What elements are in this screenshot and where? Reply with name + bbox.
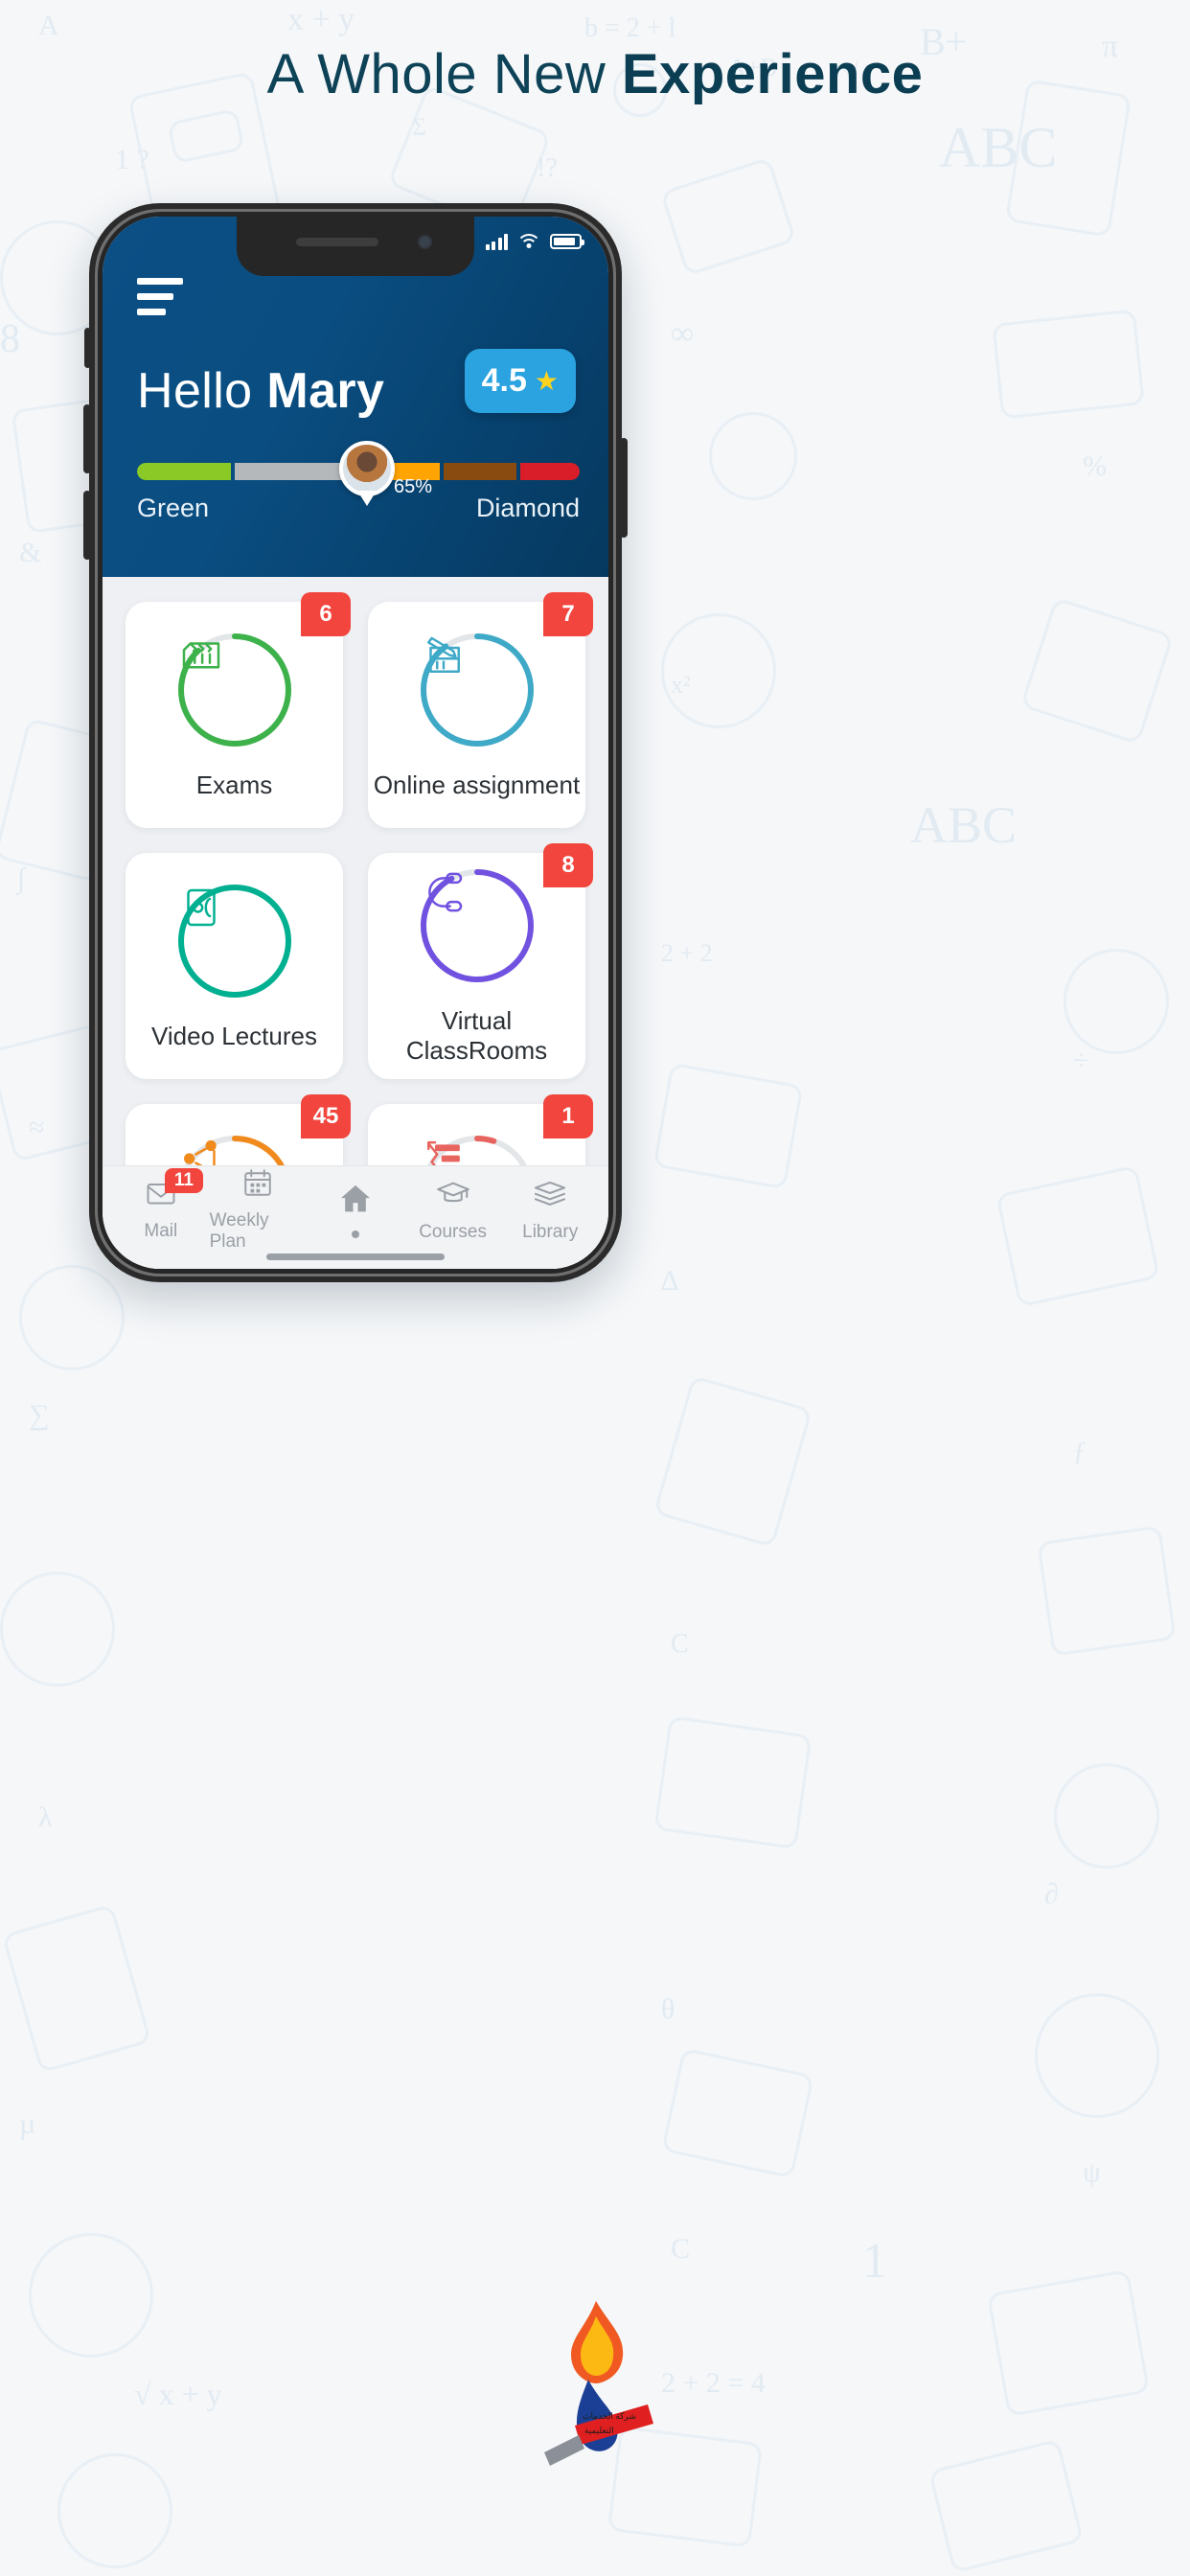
- tile-progress-ring: [175, 631, 294, 749]
- mute-switch[interactable]: [84, 328, 91, 368]
- rank-segment-1: [235, 463, 342, 480]
- calendar-icon: [240, 1165, 275, 1205]
- tab-badge: 11: [164, 1168, 203, 1193]
- battery-icon: [550, 234, 584, 249]
- tab-mail[interactable]: 11 Mail: [112, 1168, 210, 1242]
- phone-mockup: Hello Mary 4.5 ★ 65% Green Diamond 6 Exa…: [83, 203, 628, 1282]
- hamburger-menu-icon[interactable]: [137, 278, 183, 324]
- greeting-prefix: Hello: [137, 363, 267, 419]
- tile-label: Virtual ClassRooms: [405, 1006, 548, 1065]
- tile-progress-ring: [175, 882, 294, 1000]
- tile-label: Online assignment: [373, 770, 581, 799]
- page-title: A Whole New Experience: [0, 42, 1190, 107]
- rank-end-label: Diamond: [475, 494, 580, 522]
- rank-segment-4: [519, 463, 580, 480]
- rating-badge[interactable]: 4.5 ★: [464, 349, 576, 413]
- progress-percent-label: 65%: [393, 476, 432, 497]
- tile-badge: 8: [543, 843, 593, 887]
- tab-label: Courses: [419, 1222, 487, 1242]
- tile-progress-ring: [418, 631, 537, 749]
- graduation-cap-icon: [435, 1175, 471, 1216]
- rank-progress: 65% Green Diamond: [137, 441, 580, 523]
- tile-badge: 45: [301, 1094, 351, 1138]
- tile-label: Video Lectures: [151, 1021, 317, 1050]
- star-icon: ★: [534, 365, 559, 396]
- tab-library[interactable]: Library: [501, 1175, 599, 1243]
- earpiece-speaker: [296, 238, 378, 246]
- greeting-name: Mary: [266, 363, 385, 419]
- phone-notch: [237, 217, 474, 276]
- feature-tile[interactable]: Video Lectures: [126, 853, 343, 1079]
- page-root: A x + y b = 2 + l B+ A+B π Σ √ ABC 1 ? !…: [0, 0, 1190, 2576]
- tile-badge: 1: [543, 1094, 593, 1138]
- svg-text:التعليمية: التعليمية: [584, 2426, 614, 2435]
- phone-screen: Hello Mary 4.5 ★ 65% Green Diamond 6 Exa…: [103, 217, 608, 1269]
- rank-segment-0: [137, 463, 232, 480]
- home-icon: [336, 1180, 375, 1223]
- signal-bars-icon: [485, 233, 508, 250]
- tab-courses[interactable]: Courses: [404, 1175, 502, 1243]
- greeting-text: Hello Mary: [137, 362, 384, 420]
- rating-value: 4.5: [481, 362, 527, 399]
- books-stack-icon: [532, 1175, 568, 1216]
- active-tab-indicator: [351, 1230, 359, 1238]
- volume-down-button[interactable]: [83, 491, 91, 560]
- volume-up-button[interactable]: [83, 404, 91, 473]
- svg-text:شركة الخدمات: شركة الخدمات: [583, 2411, 636, 2422]
- tab-label: Mail: [144, 1221, 178, 1241]
- status-bar: [485, 233, 584, 250]
- brand-flame-logo: شركة الخدمات التعليمية: [544, 2301, 653, 2466]
- tile-progress-ring: [418, 866, 537, 985]
- tile-label: Exams: [195, 770, 273, 799]
- tile-badge: 6: [301, 592, 351, 636]
- feature-tile[interactable]: 8 Virtual ClassRooms: [368, 843, 593, 1079]
- feature-tile[interactable]: 6 Exams: [126, 592, 351, 828]
- headline-bold: Experience: [621, 43, 924, 105]
- power-button[interactable]: [620, 438, 628, 538]
- rank-segment-3: [443, 463, 516, 480]
- headline-light: A Whole New: [266, 43, 622, 105]
- tab-label: Library: [522, 1222, 579, 1242]
- front-camera-icon: [418, 235, 432, 249]
- home-indicator[interactable]: [266, 1254, 445, 1260]
- rank-start-label: Green: [137, 494, 210, 522]
- feature-tile[interactable]: 7 Online assignment: [368, 592, 593, 828]
- wifi-icon: [518, 234, 539, 250]
- tab-weekly-plan[interactable]: Weekly Plan: [210, 1165, 308, 1253]
- tab-home[interactable]: [307, 1180, 404, 1238]
- tab-label: Weekly Plan: [209, 1210, 269, 1252]
- tile-badge: 7: [543, 592, 593, 636]
- user-avatar-icon[interactable]: [339, 441, 396, 508]
